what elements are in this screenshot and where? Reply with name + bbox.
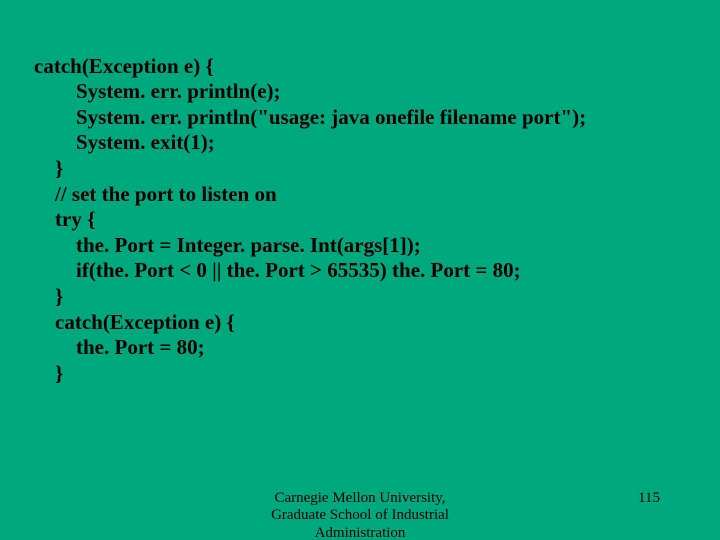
footer-institution: Carnegie Mellon University, Graduate Sch… [271,490,449,540]
slide-footer: Carnegie Mellon University, Graduate Sch… [0,490,720,540]
code-line: try { [34,207,95,231]
code-line: the. Port = Integer. parse. Int(args[1])… [34,233,421,257]
code-line: System. err. println("usage: java onefil… [34,105,586,129]
footer-line3: Administration [315,525,406,540]
code-line: catch(Exception e) { [34,310,235,334]
page-number: 115 [638,490,660,507]
code-line: } [34,361,63,385]
code-line: System. exit(1); [34,130,215,154]
code-line: } [34,284,63,308]
footer-line1: Carnegie Mellon University, [274,490,445,506]
code-line: System. err. println(e); [34,79,281,103]
code-block: catch(Exception e) { System. err. printl… [34,28,586,387]
code-line: if(the. Port < 0 || the. Port > 65535) t… [34,258,521,282]
footer-line2: Graduate School of Industrial [271,507,449,523]
code-line: the. Port = 80; [34,335,205,359]
code-line: catch(Exception e) { [34,54,214,78]
code-line: } [34,156,63,180]
code-line: // set the port to listen on [34,182,277,206]
